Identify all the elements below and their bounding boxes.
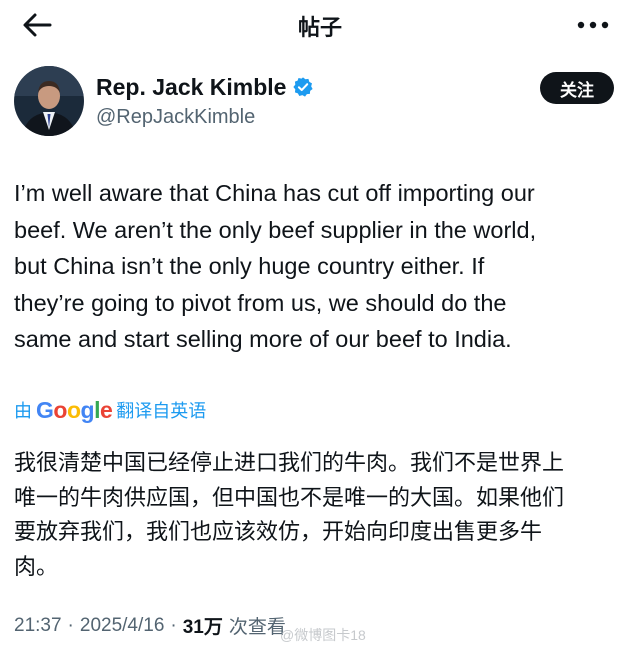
- translated-line: 肉。: [14, 553, 59, 579]
- verified-badge-icon: [293, 77, 314, 97]
- avatar[interactable]: [14, 66, 84, 136]
- translation-suffix: 翻译自英语: [116, 401, 207, 421]
- display-name[interactable]: Rep. Jack Kimble: [96, 74, 286, 101]
- translation-prefix: 由: [14, 401, 32, 421]
- page-title: 帖子: [297, 15, 342, 40]
- post-date[interactable]: 2025/4/16: [80, 615, 165, 637]
- view-label: 次查看: [228, 617, 286, 638]
- name-row: Rep. Jack Kimble: [96, 72, 314, 102]
- translated-line: 要放弃我们，我们也应该效仿，开始向印度出售更多牛: [14, 519, 543, 544]
- tweet-meta: 21:37 · 2025/4/16 · 31万 次查看: [14, 612, 286, 639]
- post-time[interactable]: 21:37: [14, 615, 62, 637]
- meta-separator: ·: [67, 614, 74, 636]
- tweet-line: they’re going to pivot from us, we shoul…: [14, 289, 507, 316]
- tweet-text: I’m well aware that China has cut off im…: [14, 175, 626, 358]
- tweet-line: I’m well aware that China has cut off im…: [14, 180, 535, 206]
- user-handle[interactable]: @RepJackKimble: [96, 106, 255, 129]
- follow-button[interactable]: 关注: [540, 72, 614, 104]
- watermark: @微博图卡18: [280, 627, 366, 643]
- translated-line: 我很清楚中国已经停止进口我们的牛肉。我们不是世界上: [14, 450, 565, 475]
- google-logo: Google: [36, 396, 113, 423]
- more-options-icon[interactable]: [576, 14, 610, 36]
- tweet-line: beef. We aren’t the only beef supplier i…: [14, 216, 537, 243]
- translation-attribution[interactable]: 由 Google 翻译自英语: [14, 396, 206, 424]
- meta-separator: ·: [170, 614, 177, 636]
- top-bar: 帖子: [0, 0, 640, 50]
- translated-line: 唯一的牛肉供应国，但中国也不是唯一的大国。如果他们: [14, 484, 565, 510]
- tweet-line: but China isn’t the only huge country ei…: [14, 253, 485, 279]
- tweet-line: same and start selling more of our beef …: [14, 326, 512, 352]
- translated-text: 我很清楚中国已经停止进口我们的牛肉。我们不是世界上 唯一的牛肉供应国，但中国也不…: [14, 446, 630, 584]
- view-count: 31万: [182, 617, 223, 638]
